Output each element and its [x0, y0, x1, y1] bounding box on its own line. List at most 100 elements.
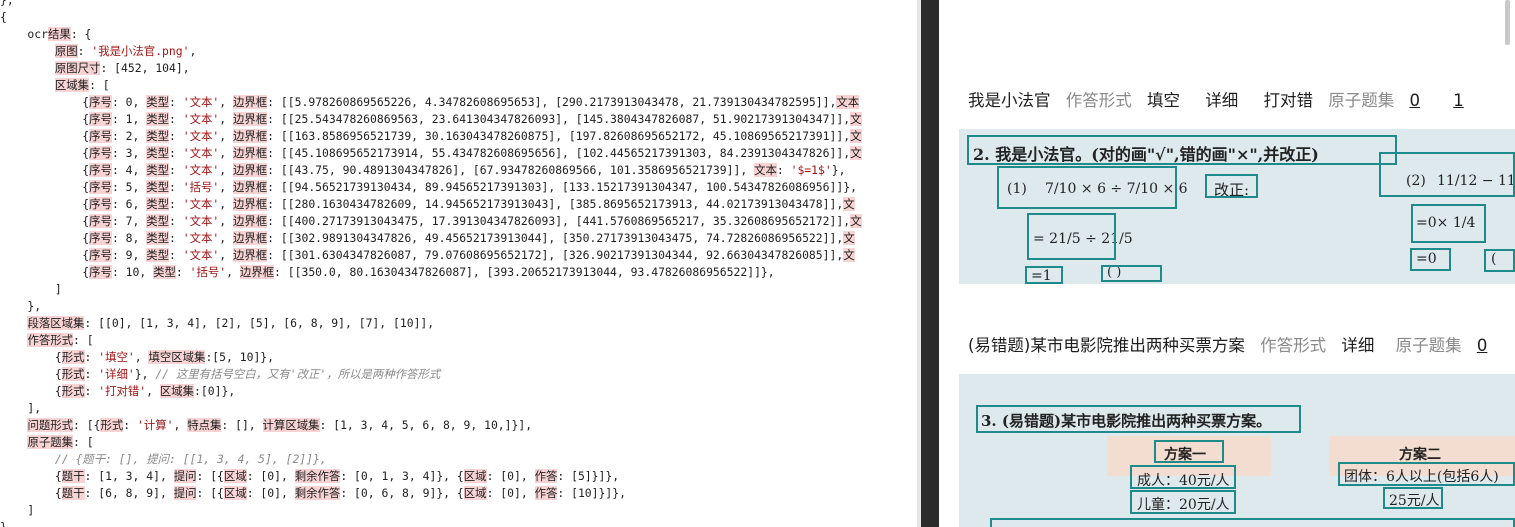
highlighted-key: 文 [843, 197, 855, 211]
highlighted-key: 作答 [534, 469, 558, 483]
highlighted-key: 形式 [61, 367, 85, 381]
code-line: {形式: '打对错', 区域集:[0]}, [0, 383, 235, 400]
highlighted-key: 类型 [146, 214, 170, 228]
code-token: : [[94.56521739130434, 89.94565217391303… [267, 180, 857, 194]
bbox-q2-plan1-adult [1130, 465, 1236, 489]
atom-link-0[interactable]: 0 [1410, 91, 1421, 110]
code-token: '文本' [182, 112, 220, 126]
code-token: , [189, 44, 197, 58]
code-token: , [219, 95, 233, 109]
code-token: : [5]}]}, [557, 469, 620, 483]
code-token: ], [0, 401, 42, 415]
code-token: { [0, 146, 90, 160]
code-token: : [84, 367, 99, 381]
code-token: : [169, 95, 183, 109]
form-detailed-2: 详细 [1341, 336, 1375, 355]
code-token: '文本' [182, 129, 220, 143]
code-token: : 9, [111, 248, 147, 262]
code-token: : [776, 163, 791, 177]
code-token: '文本' [182, 214, 220, 228]
dark-gutter [921, 0, 939, 527]
code-line: ] [0, 502, 34, 519]
code-token: { [0, 95, 90, 109]
code-token: , [219, 163, 233, 177]
code-token: , [219, 248, 233, 262]
code-token: { [0, 180, 90, 194]
highlighted-key: 区域 [463, 469, 487, 483]
code-line: {序号: 4, 类型: '文本', 边界框: [[43.75, 90.48913… [0, 162, 845, 179]
highlighted-key: 类型 [146, 146, 170, 160]
code-token: : [[45.108695652173914, 55.4347826086956… [267, 146, 851, 160]
code-token: '文本' [182, 197, 220, 211]
code-token: '填空' [98, 350, 135, 364]
bbox-region-4 [1025, 266, 1063, 284]
atom-link-2-0[interactable]: 0 [1477, 336, 1488, 355]
bbox-q2-heading [976, 405, 1301, 433]
atom-link-1[interactable]: 1 [1453, 91, 1464, 110]
form-detailed: 详细 [1205, 91, 1239, 110]
question-2-image: 3. (易错题)某市电影院推出两种买票方案。 方案一 成人：40元/人 儿童：2… [959, 374, 1515, 527]
code-token: '文本' [182, 146, 220, 160]
highlighted-key: 边界框 [232, 231, 268, 245]
highlighted-key: 边界框 [239, 265, 275, 279]
code-token: }, [0, 0, 14, 7]
highlighted-key: 边界框 [232, 112, 268, 126]
code-token: : [0], [486, 469, 535, 483]
code-token: , [226, 265, 240, 279]
code-token: : [169, 231, 183, 245]
code-line: {题干: [6, 8, 9], 提问: [{区域: [0], 剩余作答: [0,… [0, 485, 626, 502]
code-token: }, [0, 299, 42, 313]
code-token: : [[43.75, 90.4891304347826], [67.934782… [267, 163, 755, 177]
code-token: : [ [89, 78, 110, 92]
code-token: '括号' [189, 265, 227, 279]
code-token: : [[25.543478260869563, 23.6413043478260… [267, 112, 851, 126]
scrollbar-thumb[interactable] [1505, 0, 1510, 45]
code-token: : [{ [196, 486, 224, 500]
code-token: :[5, 10]}, [205, 350, 275, 364]
answer-form-label: 作答形式 [1065, 91, 1132, 110]
code-token: : [123, 418, 137, 432]
code-line: 作答形式: [ [0, 332, 94, 349]
code-line: ocr结果: { [0, 26, 91, 43]
code-editor-pane[interactable]: }, { ocr结果: { 原图: '我是小法官.png', 原图尺寸: [452… [0, 0, 917, 527]
code-token: : [84, 384, 99, 398]
code-token: : [0, 6, 8, 9]}, { [340, 486, 464, 500]
highlighted-key: 边界框 [232, 180, 268, 194]
highlighted-key: 剩余作答 [294, 486, 341, 500]
code-line: // {题干: [], 提问: [[1, 3, 4, 5], [2]]}, [0, 451, 327, 468]
code-token: '详细' [98, 367, 135, 381]
code-token: : [{ [196, 469, 224, 483]
question-1-image: 2. 我是小法官。(对的画"√",错的画"×",并改正) (1) 7/10 × … [959, 129, 1515, 284]
highlighted-key: 形式 [61, 384, 85, 398]
highlighted-key: 序号 [89, 163, 112, 177]
bbox-region-5 [1101, 265, 1162, 282]
code-token: { [0, 197, 90, 211]
highlighted-key: 类型 [146, 95, 170, 109]
code-line: ], [0, 400, 41, 417]
highlighted-key: 区域 [223, 486, 247, 500]
code-token: , [219, 214, 233, 228]
code-line: {序号: 1, 类型: '文本', 边界框: [[25.543478260869… [0, 111, 862, 128]
code-token: , [219, 146, 233, 160]
highlighted-key: 边界框 [232, 129, 268, 143]
highlighted-key: 序号 [89, 265, 112, 279]
code-line: {序号: 3, 类型: '文本', 边界框: [[45.108695652173… [0, 145, 862, 162]
highlighted-key: 提问 [173, 469, 197, 483]
code-token: // 这里有括号空白，又有'改正'，所以是两种作答形式 [155, 367, 441, 381]
highlighted-key: 段落区域集 [27, 316, 85, 330]
code-token: : 2, [111, 129, 147, 143]
code-line: 问题形式: [{形式: '计算', 特点集: [], 计算区域集: [1, 3,… [0, 417, 532, 434]
highlighted-key: 计算区域集 [262, 418, 320, 432]
highlighted-key: 边界框 [232, 214, 268, 228]
bbox-q2-plan1-child [1130, 490, 1236, 514]
code-token: : [{ [73, 418, 101, 432]
code-token: { [0, 486, 62, 500]
code-token: '计算' [136, 418, 174, 432]
code-line: {序号: 0, 类型: '文本', 边界框: [[5.9782608695652… [0, 94, 860, 111]
highlighted-key: 序号 [89, 197, 112, 211]
code-token: '文本' [182, 95, 220, 109]
highlighted-key: 边界框 [232, 197, 268, 211]
